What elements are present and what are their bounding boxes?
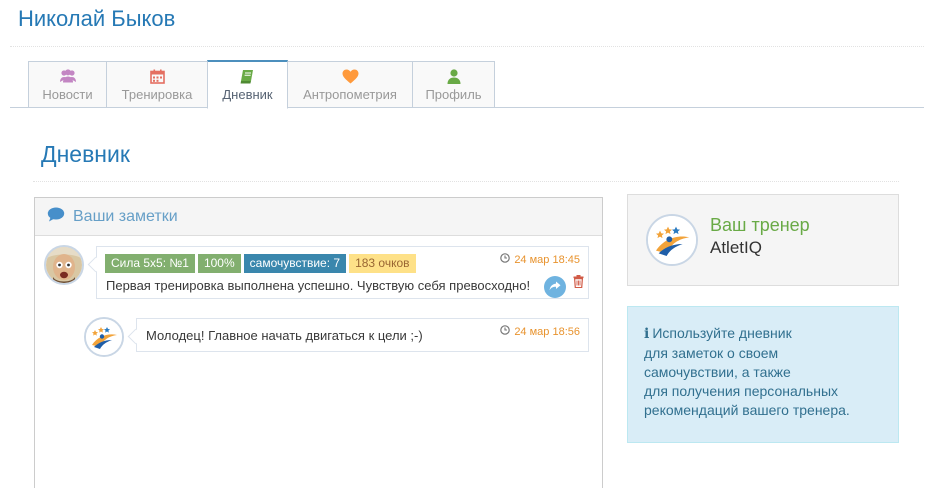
- info-line: для получения персональных: [644, 383, 839, 399]
- reply-time: 24 мар 18:56: [500, 325, 580, 338]
- tab-label: Новости: [42, 87, 93, 102]
- badge-row: Сила 5х5: №1 100% самочувствие: 7 183 оч…: [105, 254, 419, 273]
- trainer-label: Ваш тренер: [710, 215, 810, 235]
- share-icon: [549, 278, 561, 296]
- note-time-text: 24 мар 18:45: [514, 253, 580, 266]
- tab-label: Профиль: [425, 87, 482, 102]
- note-entry: Сила 5х5: №1 100% самочувствие: 7 183 оч…: [96, 246, 589, 299]
- nav-tabs: Новости Тренировка Дневник Антропометрия…: [28, 60, 495, 109]
- user-name: Николай Быков: [18, 6, 176, 31]
- tab-label: Тренировка: [121, 87, 193, 102]
- tab-anthropometry[interactable]: Антропометрия: [287, 61, 413, 108]
- points-badge: 183 очков: [349, 254, 416, 273]
- atletiq-logo: [86, 319, 122, 355]
- tab-label: Дневник: [222, 87, 273, 102]
- atletiq-logo: [648, 216, 696, 264]
- tabs-baseline: [10, 107, 924, 108]
- delete-button[interactable]: [571, 275, 585, 293]
- clock-icon: [500, 253, 511, 266]
- completion-badge: 100%: [197, 254, 241, 273]
- notes-widget-header: Ваши заметки: [35, 198, 602, 236]
- title-divider: [33, 181, 899, 182]
- workout-badge: Сила 5х5: №1: [105, 254, 195, 273]
- tab-training[interactable]: Тренировка: [106, 61, 208, 108]
- header-divider: [10, 46, 924, 47]
- calendar-icon: [148, 68, 166, 84]
- comment-icon: [47, 207, 65, 227]
- info-line: для заметок о своем: [644, 345, 779, 361]
- trainer-card: Ваш тренер AtletIQ: [627, 194, 899, 286]
- notes-widget-title: Ваши заметки: [73, 207, 178, 225]
- clock-icon: [500, 325, 511, 338]
- note-time: 24 мар 18:45: [500, 253, 580, 266]
- avatar: [44, 245, 84, 285]
- users-icon: [59, 68, 77, 84]
- tab-label: Антропометрия: [303, 87, 397, 102]
- reply-time-text: 24 мар 18:56: [514, 325, 580, 338]
- info-icon: i: [644, 326, 650, 342]
- trash-icon: [573, 275, 584, 293]
- tab-diary[interactable]: Дневник: [207, 60, 288, 109]
- info-line: самочувствии, а также: [644, 364, 791, 380]
- tab-news[interactable]: Новости: [28, 61, 107, 108]
- trainer-avatar: [84, 317, 124, 357]
- user-icon: [445, 68, 463, 84]
- trainer-card-avatar: [646, 214, 698, 266]
- tab-profile[interactable]: Профиль: [412, 61, 495, 108]
- note-reply: 24 мар 18:56 Молодец! Главное начать дви…: [136, 318, 589, 352]
- heart-icon: [341, 68, 359, 84]
- page-title: Дневник: [41, 141, 130, 167]
- book-icon: [239, 68, 257, 84]
- info-alert: i Используйте дневник для заметок о своем…: [627, 306, 899, 443]
- reply-text: Молодец! Главное начать двигаться к цели…: [146, 328, 423, 343]
- note-text: Первая тренировка выполнена успешно. Чув…: [106, 278, 531, 293]
- info-line: Используйте дневник: [652, 325, 792, 341]
- trainer-name: AtletIQ: [710, 238, 762, 257]
- reply-button[interactable]: [544, 276, 566, 298]
- info-line: рекомендаций вашего тренера.: [644, 402, 850, 418]
- wellbeing-badge: самочувствие: 7: [243, 254, 347, 273]
